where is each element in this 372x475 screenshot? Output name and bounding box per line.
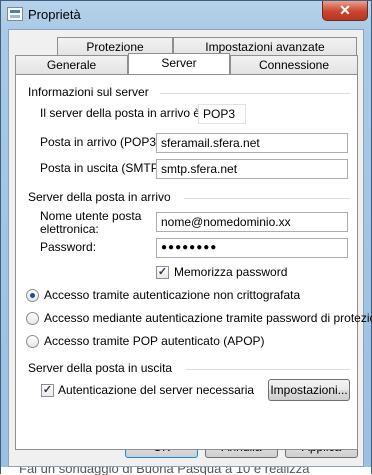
server-info-heading: Informazioni sul server (28, 85, 149, 99)
title-bar[interactable]: Proprietà ✕ (1, 1, 371, 29)
window-title: Proprietà (28, 7, 81, 22)
server-tab-panel: Informazioni sul server Il server della … (15, 74, 372, 450)
smtp-auth-label[interactable]: Autenticazione del server necessaria (58, 383, 254, 397)
auth-radio-plain-label[interactable]: Accesso tramite autenticazione non critt… (44, 288, 300, 302)
auth-radio-spa-label[interactable]: Accesso mediante autenticazione tramite … (44, 311, 372, 325)
incoming-type-value: POP3 (198, 104, 246, 124)
password-label: Password: (40, 240, 97, 254)
tab-connessione[interactable]: Connessione (230, 55, 358, 74)
incoming-server-heading: Server della posta in arrivo (28, 190, 171, 204)
group-divider (160, 93, 350, 94)
remember-password-checkbox[interactable]: ✓ (156, 266, 169, 279)
smtp-auth-checkbox[interactable]: ✓ (41, 384, 54, 397)
tab-server[interactable]: Server (128, 53, 230, 74)
incoming-type-label: Il server della posta in arrivo è (40, 106, 201, 120)
auth-radio-apop-label[interactable]: Accesso tramite POP autenticato (APOP) (44, 334, 265, 348)
outgoing-server-heading: Server della posta in uscita (28, 361, 173, 375)
auth-radio-plain[interactable] (26, 289, 39, 302)
password-input[interactable]: ●●●●●●●● (156, 238, 348, 258)
username-label-line1: Nome utente posta (40, 209, 142, 223)
outgoing-server-label: Posta in uscita (SMTP): (40, 161, 167, 175)
auth-radio-apop[interactable] (26, 335, 39, 348)
auth-radio-spa[interactable] (26, 312, 39, 325)
incoming-server-input[interactable]: sferamail.sfera.net (156, 133, 348, 153)
username-input[interactable]: nome@nomedominio.xx (156, 212, 348, 232)
incoming-server-label: Posta in arrivo (POP3): (40, 135, 164, 149)
outgoing-server-input[interactable]: smtp.sfera.net (156, 159, 348, 179)
properties-icon (7, 7, 23, 21)
dialog-body: Protezione Impostazioni avanzate General… (8, 29, 372, 467)
tab-generale[interactable]: Generale (15, 55, 128, 74)
settings-button[interactable]: Impostazioni... (268, 379, 350, 401)
group-divider (186, 369, 350, 370)
remember-password-label[interactable]: Memorizza password (174, 265, 287, 279)
group-divider (184, 198, 350, 199)
properties-window: Proprietà ✕ Protezione Impostazioni avan… (0, 0, 372, 475)
close-button[interactable]: ✕ (322, 1, 368, 21)
username-label-line2: elettronica: (40, 222, 99, 236)
